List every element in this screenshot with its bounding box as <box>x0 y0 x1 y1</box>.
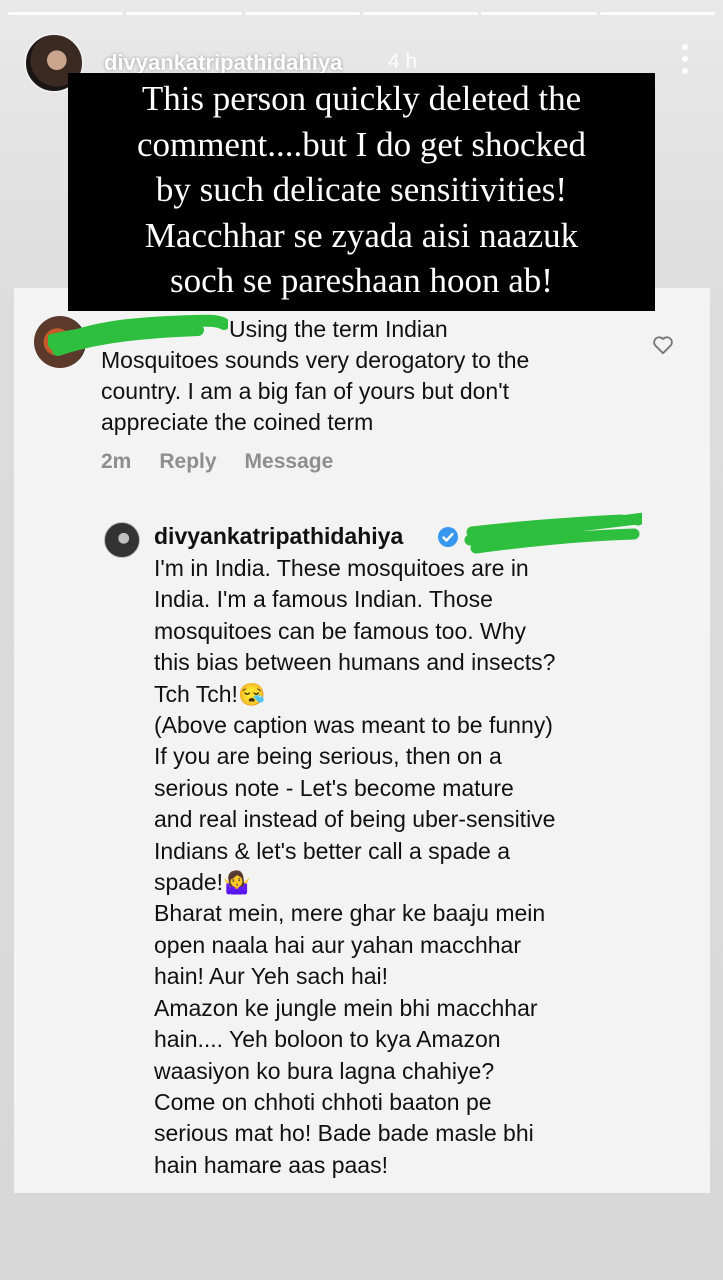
story-caption-box: This person quickly deleted the comment.… <box>68 73 655 311</box>
reply-body: I'm in India. These mosquitoes are in In… <box>154 553 674 1181</box>
reply-line-text: spade! <box>154 869 224 896</box>
reply-line: spade!🤷‍♀️ <box>154 867 674 898</box>
reply-button[interactable]: Reply <box>159 450 216 474</box>
verified-badge-icon <box>438 527 458 547</box>
reply-line: I'm in India. These mosquitoes are in <box>154 555 529 581</box>
reply-line: waasiyon ko bura lagna chahiye? <box>154 1057 495 1084</box>
caption-line: Macchhar se zyada aisi naazuk <box>144 215 579 255</box>
reply-line: Bharat mein, mere ghar ke baaju mein <box>154 900 546 927</box>
caption-line: comment....but I do get shocked <box>136 124 587 164</box>
reply-line: this bias between humans and insects? <box>154 649 556 676</box>
reply-line: (Above caption was meant to be funny) <box>154 712 553 739</box>
shrug-emoji: 🤷‍♀️ <box>223 870 251 896</box>
comment-line: appreciate the coined term <box>101 409 374 435</box>
reply-line: hain.... Yeh boloon to kya Amazon <box>154 1026 501 1053</box>
caption-line: This person quickly deleted the <box>141 79 582 118</box>
reply-line: Amazon ke jungle mein bhi macchhar <box>154 994 538 1021</box>
story-view: divyankatripathidahiya 4 h Using the ter… <box>0 0 723 1280</box>
reply-line: hain hamare aas paas! <box>154 1151 388 1178</box>
comment-time: 2m <box>101 450 132 473</box>
comment-meta-row: 2m Reply Message <box>101 450 333 474</box>
progress-segment <box>8 12 124 15</box>
reply-line: hain! Aur Yeh sach hai! <box>154 963 389 990</box>
progress-segment <box>481 12 597 15</box>
reply-author-username: divyankatripathidahiya <box>154 523 404 549</box>
reply-line: Indians & let's better call a spade a <box>154 837 510 864</box>
reply-line: Come on chhoti chhoti baaton pe <box>154 1088 492 1115</box>
caption-line: by such delicate sensitivities! <box>155 170 568 209</box>
reply-line: India. I'm a famous Indian. Those <box>154 586 493 613</box>
reply-author-avatar <box>104 522 140 558</box>
reply-line: and real instead of being uber-sensitive <box>154 806 556 833</box>
reply-line: open naala hai aur yahan macchhar <box>154 931 521 958</box>
progress-segment <box>362 12 479 15</box>
comment-line: country. I am a big fan of yours but don… <box>101 378 509 404</box>
story-progress-bar <box>8 12 715 15</box>
progress-segment <box>244 12 360 15</box>
reply-line: If you are being serious, then on a <box>154 743 502 770</box>
caption-line: soch se pareshaan hoon ab! <box>170 261 553 300</box>
more-options-icon[interactable] <box>681 44 689 74</box>
reply-line: mosquitoes can be famous too. Why <box>154 617 527 644</box>
progress-segment <box>599 12 715 15</box>
reply-line: Tch Tch!😪 <box>154 679 674 710</box>
reply-line-text: Tch Tch! <box>154 680 238 707</box>
reply-line: serious mat ho! Bade bade masle bhi <box>154 1120 534 1147</box>
progress-segment <box>126 12 242 15</box>
sad-face-emoji: 😪 <box>237 681 266 707</box>
story-timestamp: 4 h <box>388 50 418 73</box>
reply-line: serious note - Let's become mature <box>154 774 514 801</box>
redaction-scribble <box>48 314 228 356</box>
redaction-scribble <box>464 512 642 554</box>
message-button[interactable]: Message <box>245 450 334 474</box>
heart-icon[interactable] <box>652 335 674 355</box>
